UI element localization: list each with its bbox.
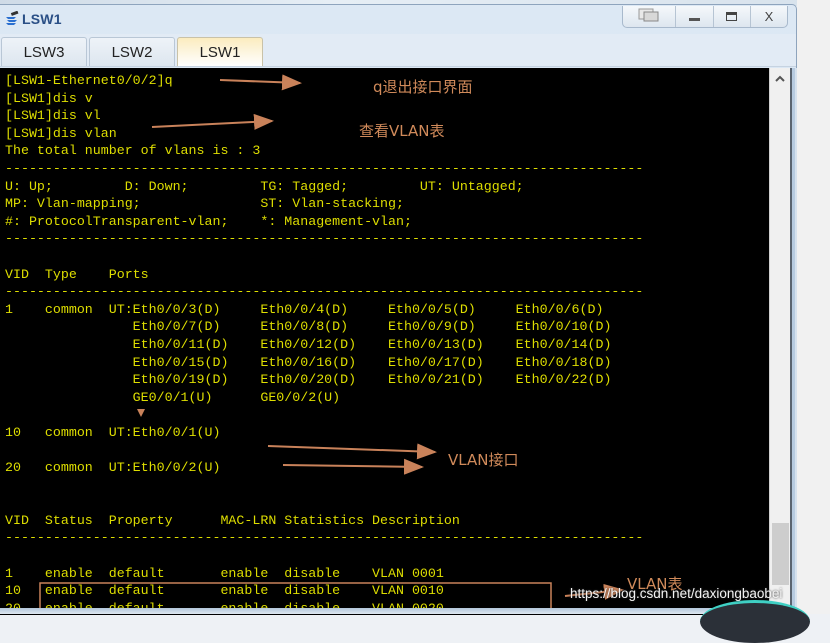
terminal-line: Eth0/0/19(D) Eth0/0/20(D) Eth0/0/21(D) E… xyxy=(5,372,612,388)
terminal-line: 1 common UT:Eth0/0/3(D) Eth0/0/4(D) Eth0… xyxy=(5,301,604,317)
scroll-thumb[interactable] xyxy=(772,523,789,585)
title-bar[interactable]: LSW1 X xyxy=(0,5,796,33)
terminal-line: 10 common UT:Eth0/0/1(U) xyxy=(5,424,221,440)
annotation-quit-interface: q退出接口界面 xyxy=(373,78,473,96)
terminal-line: GE0/0/1(U) GE0/0/2(U) xyxy=(5,389,341,405)
close-icon: X xyxy=(764,9,774,24)
device-tabs: LSW3 LSW2 LSW1 xyxy=(0,34,796,67)
terminal-line: The total number of vlans is : 3 xyxy=(5,143,261,159)
terminal-console[interactable]: [LSW1-Ethernet0/0/2]q [LSW1]dis v [LSW1]di… xyxy=(0,68,769,615)
window-bottom-frame xyxy=(0,608,797,614)
switch-device-icon xyxy=(4,10,20,27)
window-title: LSW1 xyxy=(22,11,62,27)
terminal-line: 10 enable default enable disable VLAN 00… xyxy=(5,583,444,599)
tab-lsw2[interactable]: LSW2 xyxy=(89,37,175,66)
terminal-line: U: Up; D: Down; TG: Tagged; UT: Untagged… xyxy=(5,178,524,194)
minimize-button[interactable] xyxy=(676,6,714,27)
maximize-button[interactable] xyxy=(714,6,751,27)
chevron-up-icon xyxy=(775,71,785,85)
terminal-line: 20 common UT:Eth0/0/2(U) xyxy=(5,460,221,476)
restore-windows-button[interactable] xyxy=(623,6,677,27)
terminal-line: 1 enable default enable disable VLAN 000… xyxy=(5,565,444,581)
vertical-scrollbar[interactable] xyxy=(769,68,790,615)
terminal-line: [LSW1]dis v xyxy=(5,90,93,106)
terminal-line: MP: Vlan-mapping; ST: Vlan-stacking; xyxy=(5,196,404,212)
tab-label: LSW3 xyxy=(23,43,65,61)
terminal-line: [LSW1-Ethernet0/0/2]q xyxy=(5,73,173,88)
annotation-vlan-interface: VLAN接口 xyxy=(448,451,519,469)
terminal-line: ----------------------------------------… xyxy=(5,160,644,176)
restore-windows-icon xyxy=(638,8,660,25)
terminal-line: ----------------------------------------… xyxy=(5,231,644,247)
annotation-view-vlan-table: 查看VLAN表 xyxy=(359,122,445,140)
tab-lsw1[interactable]: LSW1 xyxy=(177,37,263,66)
terminal-line: #: ProtocolTransparent-vlan; *: Manageme… xyxy=(5,213,412,229)
tab-label: LSW1 xyxy=(199,43,241,61)
terminal-line: ----------------------------------------… xyxy=(5,530,644,546)
window-frame-edge xyxy=(790,68,797,615)
terminal-output: [LSW1-Ethernet0/0/2]q [LSW1]dis v [LSW1]di… xyxy=(5,72,643,615)
terminal-line: Eth0/0/11(D) Eth0/0/12(D) Eth0/0/13(D) E… xyxy=(5,336,612,352)
maximize-icon xyxy=(726,12,738,21)
tab-label: LSW2 xyxy=(111,43,153,61)
floating-widget xyxy=(700,600,810,643)
terminal-line: [LSW1]dis vlan xyxy=(5,125,117,141)
terminal-line: [LSW1]dis vl xyxy=(5,108,101,124)
close-button[interactable]: X xyxy=(751,6,787,27)
tab-lsw3[interactable]: LSW3 xyxy=(1,37,87,66)
desktop-background-right xyxy=(797,0,830,614)
window-controls: X xyxy=(622,6,788,28)
scroll-up-button[interactable] xyxy=(770,68,790,88)
watermark-url: https://blog.csdn.net/daxiongbaobei xyxy=(570,586,783,601)
terminal-line: Eth0/0/7(D) Eth0/0/8(D) Eth0/0/9(D) Eth0… xyxy=(5,319,612,335)
terminal-line: VID Type Ports xyxy=(5,266,149,282)
terminal-line: Eth0/0/15(D) Eth0/0/16(D) Eth0/0/17(D) E… xyxy=(5,354,612,370)
minimize-icon xyxy=(689,18,701,21)
terminal-line: ----------------------------------------… xyxy=(5,284,644,300)
terminal-line: VID Status Property MAC-LRN Statistics D… xyxy=(5,512,460,528)
